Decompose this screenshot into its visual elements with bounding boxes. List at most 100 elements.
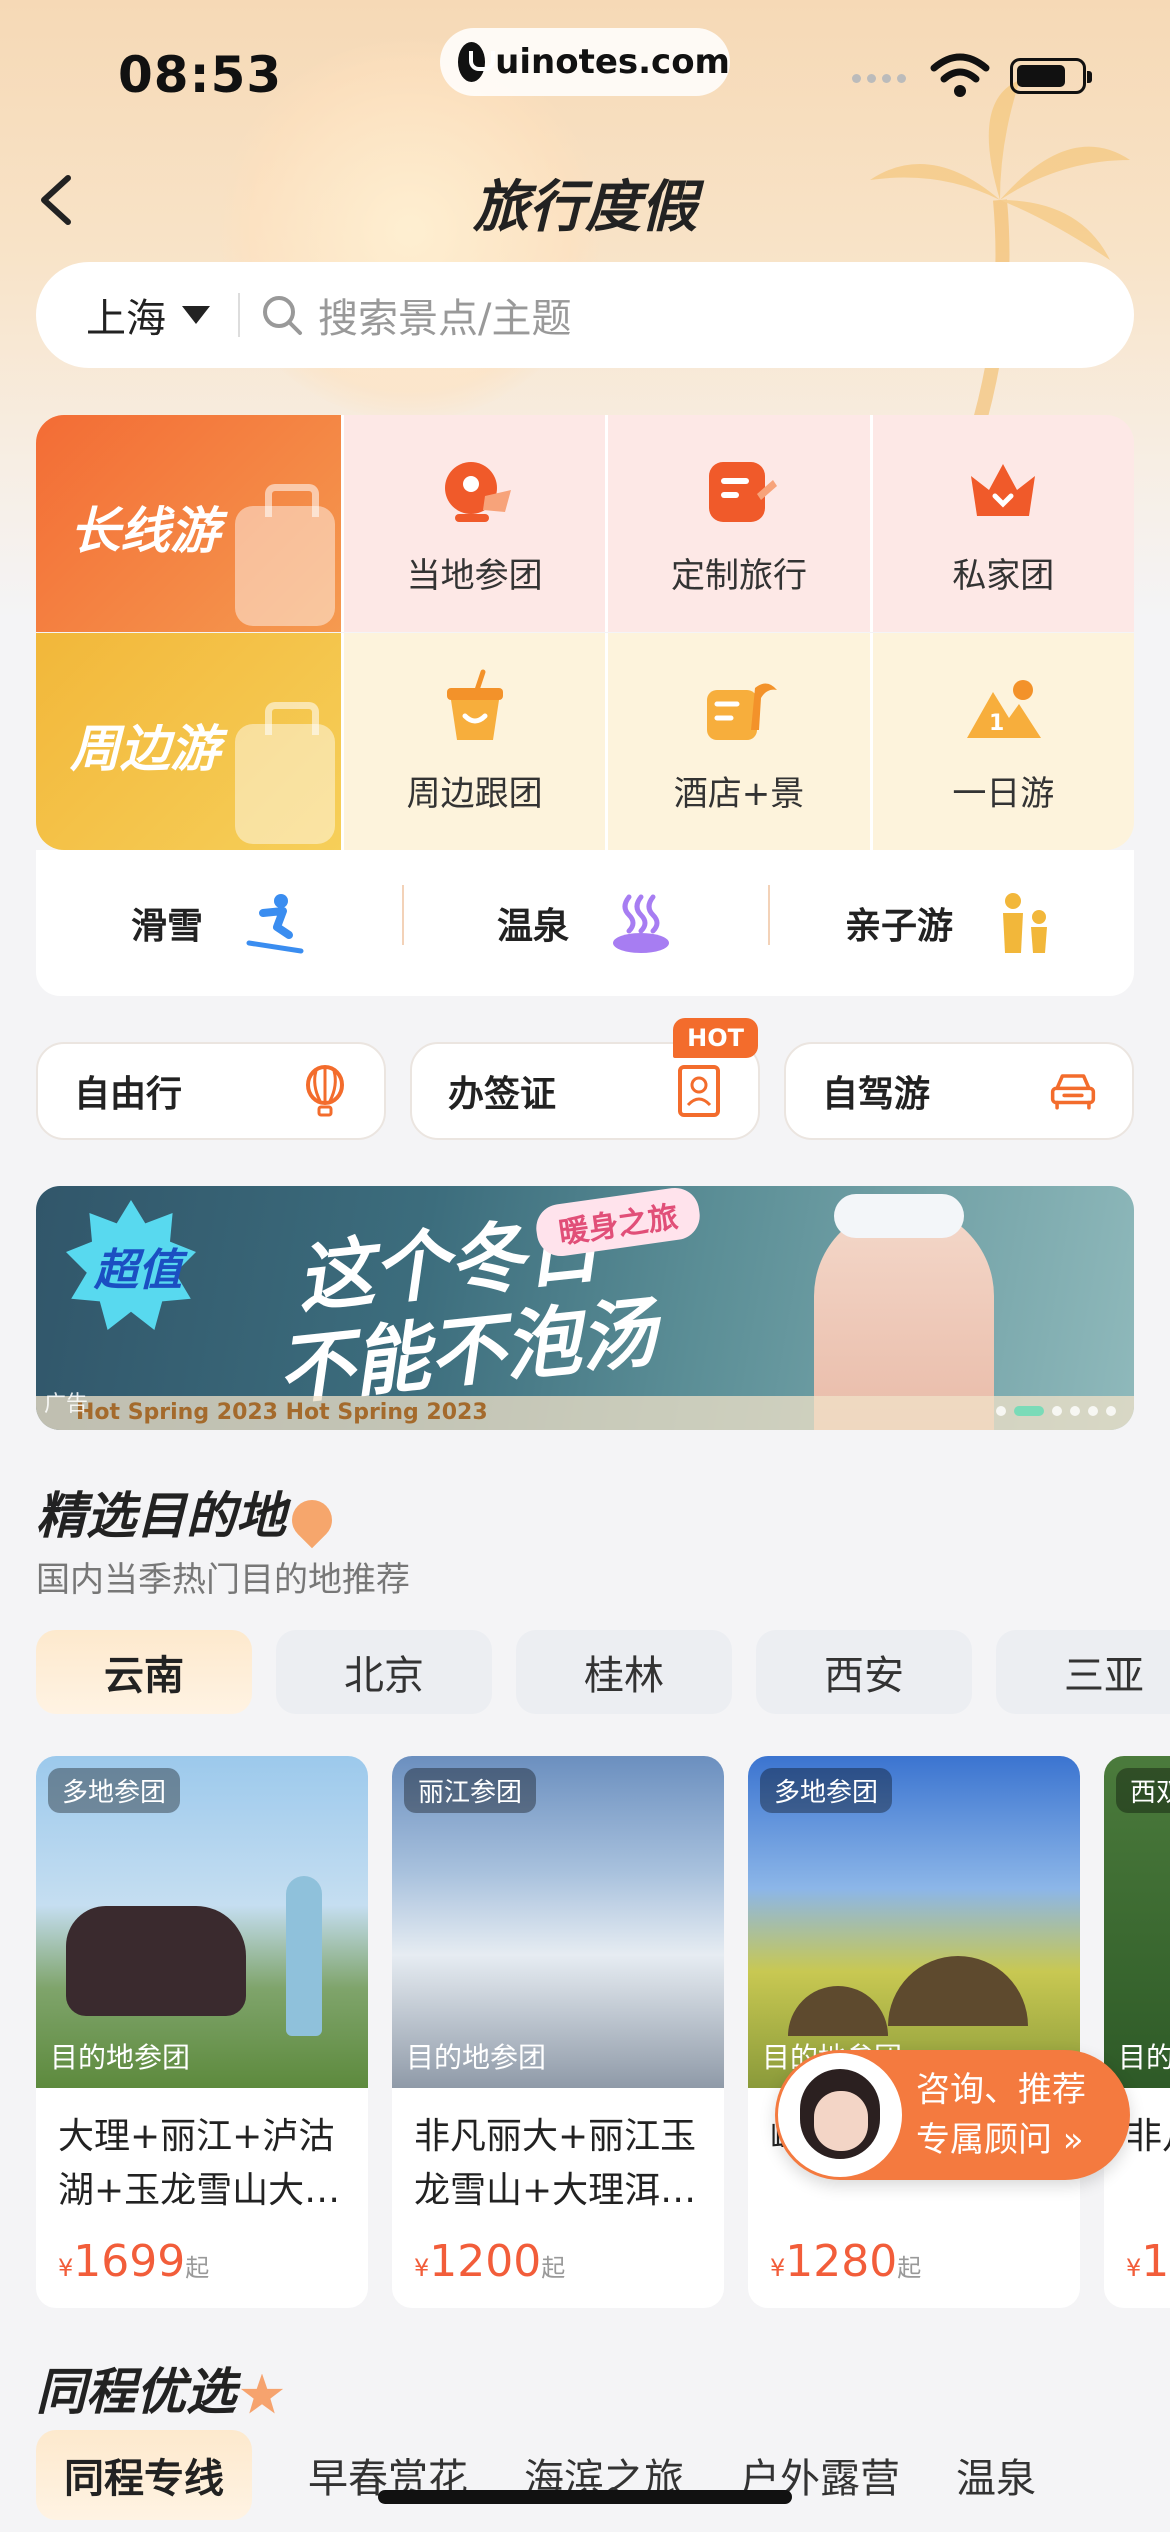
suitcase-icon: [235, 702, 335, 844]
category-label: 定制旅行: [670, 556, 807, 596]
category-day-trip[interactable]: 1 一日游: [869, 633, 1134, 850]
product-name: 大理+丽江+泸沽湖+玉龙雪山大…: [58, 2116, 341, 2211]
destination-tabs: 云南 北京 桂林 西安 三亚: [36, 1630, 1170, 1714]
site-logo-icon: [458, 42, 496, 82]
tab-camping[interactable]: 户外露营: [740, 2430, 900, 2520]
tab-yunnan[interactable]: 云南: [36, 1630, 252, 1714]
product-card[interactable]: 多地参团 目的地参团 峰丛+那色峰海… ¥1280起: [748, 1756, 1080, 2308]
hot-spring-icon: [613, 894, 669, 953]
product-type-tag: 丽江参团: [404, 1768, 537, 1813]
hotel-scenery-icon: [706, 683, 777, 740]
product-price: ¥1280起: [748, 2226, 1080, 2297]
horse-image: [66, 1906, 246, 2016]
tab-sanya[interactable]: 三亚: [996, 1630, 1170, 1714]
long-trip-header[interactable]: 长线游: [36, 415, 341, 632]
section-destinations-subtitle: 国内当季热门目的地推荐: [36, 1560, 410, 1600]
category-private-group[interactable]: 私家团: [869, 415, 1134, 632]
currency-symbol: ¥: [1126, 2254, 1142, 2282]
advisor-text: 咨询、推荐 专属顾问 »: [916, 2065, 1086, 2165]
product-type-tag: 多地参团: [48, 1768, 181, 1813]
value-badge-text: 超值: [94, 1245, 182, 1296]
product-card[interactable]: 西双 目的 非凡探 ¥1: [1104, 1756, 1170, 2308]
home-indicator[interactable]: [378, 2490, 792, 2504]
product-name: 非凡丽大+丽江玉龙雪山+大理洱…: [414, 2116, 697, 2211]
product-card[interactable]: 多地参团 目的地参团 大理+丽江+泸沽湖+玉龙雪山大… ¥1699起: [36, 1756, 368, 2308]
tab-seaside[interactable]: 海滨之旅: [524, 2430, 684, 2520]
hill-image: [888, 1956, 1028, 2026]
tab-hot-spring[interactable]: 温泉: [956, 2430, 1036, 2520]
category-nearby-group[interactable]: 周边跟团: [341, 633, 605, 850]
balloon-icon: [306, 1065, 344, 1117]
search-icon: [263, 296, 302, 335]
promo-banner[interactable]: 超值 这个冬日 不能不泡汤 暖身之旅 Hot Spring 2023 Hot S…: [36, 1186, 1134, 1430]
product-type-tag: 多地参团: [760, 1768, 893, 1813]
advisor-avatar: [778, 2053, 902, 2177]
nearby-trip-header[interactable]: 周边游: [36, 633, 341, 850]
category-row-nearby: 周边游 周边跟团 酒店+景 1 一日游: [36, 633, 1134, 850]
ad-label: 广告: [44, 1392, 89, 1417]
price-value: 1699: [73, 2236, 186, 2287]
theme-hot-spring[interactable]: 温泉: [402, 885, 768, 955]
section-picks-title: 同程优选: [36, 2352, 284, 2424]
section-destinations-title: 精选目的地: [36, 1476, 341, 1548]
currency-symbol: ¥: [770, 2254, 786, 2282]
banner-towel-image: [834, 1194, 964, 1238]
category-label: 私家团: [952, 556, 1055, 596]
category-hotel-scenery[interactable]: 酒店+景: [605, 633, 869, 850]
currency-symbol: ¥: [414, 2254, 430, 2282]
product-image-caption: 目的: [1118, 2041, 1170, 2074]
battery-icon: [1010, 58, 1092, 94]
category-label: 当地参团: [406, 556, 543, 596]
tab-tongcheng-line[interactable]: 同程专线: [36, 2430, 252, 2520]
advisor-button[interactable]: 咨询、推荐 专属顾问 »: [775, 2050, 1130, 2180]
price-value: 1200: [429, 2236, 542, 2287]
category-custom-trip[interactable]: 定制旅行: [605, 415, 869, 632]
product-price: ¥1699起: [36, 2226, 368, 2297]
theme-label: 亲子游: [844, 906, 953, 947]
car-icon: [1050, 1074, 1096, 1110]
category-label: 周边跟团: [406, 774, 543, 814]
long-trip-label: 长线游: [70, 502, 220, 560]
theme-family[interactable]: 亲子游: [768, 885, 1134, 955]
tab-guilin[interactable]: 桂林: [516, 1630, 732, 1714]
product-card[interactable]: 丽江参团 目的地参团 非凡丽大+丽江玉龙雪山+大理洱… ¥1200起: [392, 1756, 724, 2308]
destination-cards: 多地参团 目的地参团 大理+丽江+泸沽湖+玉龙雪山大… ¥1699起 丽江参团 …: [36, 1756, 1170, 2308]
service-label: 自驾游: [822, 1074, 931, 1115]
picks-tabs: 同程专线 早春赏花 海滨之旅 户外露营 温泉: [36, 2430, 1170, 2520]
banner-ticker: Hot Spring 2023 Hot Spring 2023: [36, 1396, 1134, 1430]
status-bar: 08:53 uinotes.com: [0, 0, 1170, 150]
search-divider: [238, 293, 240, 337]
nearby-trip-label: 周边游: [70, 720, 220, 778]
wifi-icon: [930, 53, 990, 97]
tab-xian[interactable]: 西安: [756, 1630, 972, 1714]
cellular-signal-icon: [852, 74, 906, 83]
hot-badge: HOT: [673, 1018, 758, 1058]
free-travel-button[interactable]: 自由行: [36, 1042, 386, 1140]
price-suffix: 起: [897, 2254, 922, 2282]
tour-group-icon: [444, 462, 511, 522]
section-title-text: 同程优选: [36, 2363, 236, 2421]
person-image: [286, 1876, 322, 2036]
self-drive-button[interactable]: 自驾游: [784, 1042, 1134, 1140]
category-label: 一日游: [952, 774, 1055, 814]
tab-spring-flowers[interactable]: 早春赏花: [308, 2430, 468, 2520]
theme-strip: 滑雪 温泉 亲子游: [36, 850, 1134, 996]
product-image: 多地参团 目的地参团: [36, 1756, 368, 2088]
category-row-long: 长线游 当地参团 定制旅行 私家团: [36, 415, 1134, 632]
city-selector[interactable]: 上海: [86, 286, 166, 344]
search-input[interactable]: 搜索景点/主题: [318, 286, 571, 344]
service-buttons: 自由行 办签证 HOT 自驾游: [36, 1018, 1134, 1140]
theme-skiing[interactable]: 滑雪: [36, 891, 402, 955]
price-suffix: 起: [541, 2254, 566, 2282]
caret-down-icon[interactable]: [182, 306, 210, 324]
star-icon: [240, 2373, 284, 2414]
theme-label: 温泉: [496, 906, 569, 947]
currency-symbol: ¥: [58, 2254, 74, 2282]
search-bar[interactable]: 上海 搜索景点/主题: [36, 262, 1134, 368]
location-pin-icon: [283, 1491, 341, 1548]
status-time: 08:53: [118, 46, 283, 104]
tab-beijing[interactable]: 北京: [276, 1630, 492, 1714]
category-local-group[interactable]: 当地参团: [341, 415, 605, 632]
carousel-dots: [996, 1406, 1116, 1416]
visa-button[interactable]: 办签证 HOT: [410, 1018, 760, 1140]
